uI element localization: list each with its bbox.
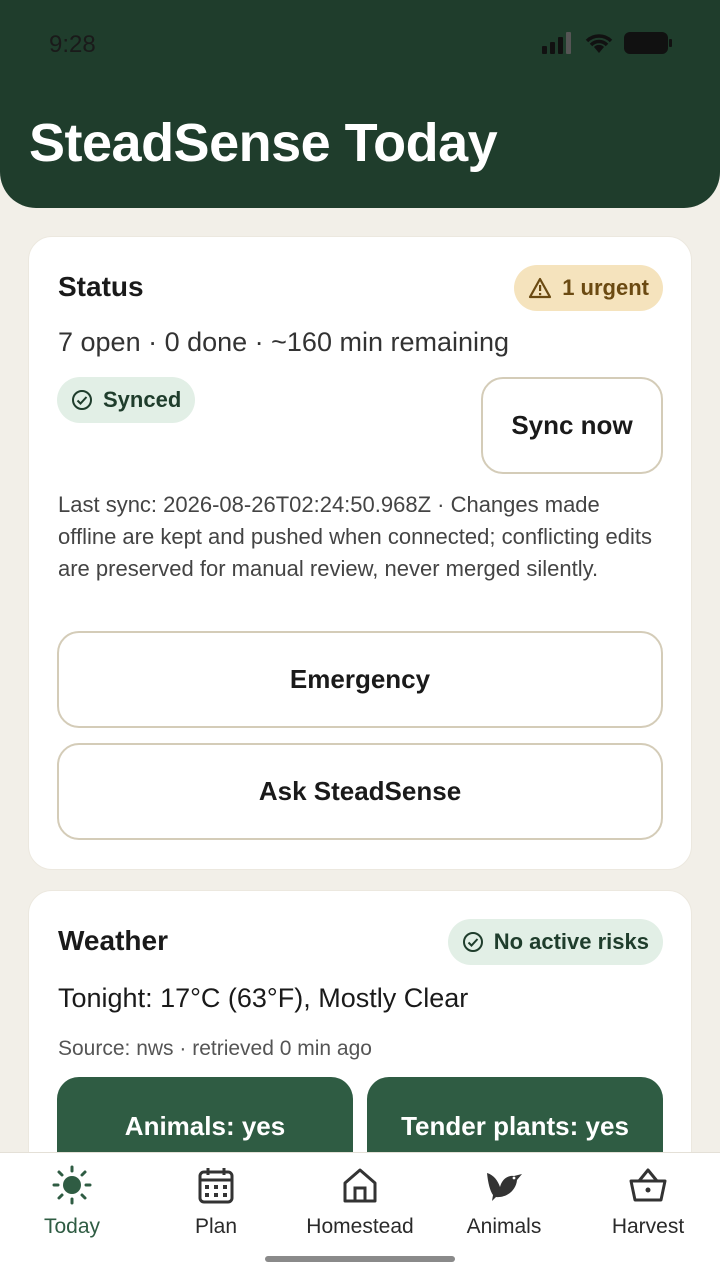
task-summary: 7 open · 0 done · ~160 min remaining <box>58 327 510 357</box>
content-scroll[interactable]: Status 1 urgent 7 open · 0 done · ~160 m… <box>0 208 720 1152</box>
nav-plan[interactable]: Plan <box>144 1165 288 1245</box>
tender-plants-tile[interactable]: Tender plants: yes <box>367 1077 663 1152</box>
ask-steadsense-button[interactable]: Ask SteadSense <box>57 743 663 840</box>
nav-today[interactable]: Today <box>0 1165 144 1245</box>
status-card-title: Status <box>58 271 144 302</box>
wifi-icon <box>585 34 613 53</box>
status-card: Status 1 urgent 7 open · 0 done · ~160 m… <box>28 236 692 870</box>
status-bar: 9:28 <box>0 0 720 90</box>
clock: 9:28 <box>49 31 96 58</box>
risk-badge: No active risks <box>447 919 663 965</box>
risk-badge-label: No active risks <box>493 929 649 954</box>
app-header: 9:28 SteadSense Today <box>0 0 720 208</box>
house-icon <box>343 1168 377 1203</box>
nav-label: Today <box>43 1215 101 1238</box>
nav-label: Harvest <box>611 1215 685 1238</box>
urgent-badge[interactable]: 1 urgent <box>514 265 663 311</box>
sun-icon <box>52 1165 92 1205</box>
sync-status-badge: Synced <box>57 377 196 423</box>
weather-card: Weather No active risks Tonight: 17°C (6… <box>28 890 692 1152</box>
emergency-button[interactable]: Emergency <box>57 631 663 728</box>
weather-card-title: Weather <box>58 925 168 956</box>
weather-source: Source: nws · retrieved 0 min ago <box>58 1037 372 1060</box>
bird-icon <box>487 1173 522 1201</box>
sync-now-button[interactable]: Sync now <box>481 377 663 474</box>
check-circle-icon <box>462 932 483 952</box>
home-indicator[interactable] <box>265 1256 455 1262</box>
nav-label: Homestead <box>306 1215 414 1238</box>
page-title: SteadSense Today <box>29 113 498 173</box>
nav-homestead[interactable]: Homestead <box>288 1165 432 1245</box>
sync-note: Last sync: 2026-08-26T02:24:50.968Z · Ch… <box>58 492 652 581</box>
nav-label: Plan <box>194 1215 238 1238</box>
animals-tile[interactable]: Animals: yes <box>57 1077 353 1152</box>
signal-icon <box>542 32 571 54</box>
check-circle-icon <box>72 390 92 410</box>
basket-icon <box>629 1168 667 1202</box>
status-icons <box>542 32 672 54</box>
nav-harvest[interactable]: Harvest <box>576 1165 720 1245</box>
urgent-badge-label: 1 urgent <box>562 275 649 300</box>
warning-icon <box>529 277 552 299</box>
sync-status-label: Synced <box>103 387 182 412</box>
calendar-icon <box>198 1168 234 1204</box>
nav-animals[interactable]: Animals <box>432 1165 576 1245</box>
battery-icon <box>624 32 672 54</box>
tonight-forecast: Tonight: 17°C (63°F), Mostly Clear <box>58 983 469 1013</box>
nav-label: Animals <box>466 1215 542 1238</box>
